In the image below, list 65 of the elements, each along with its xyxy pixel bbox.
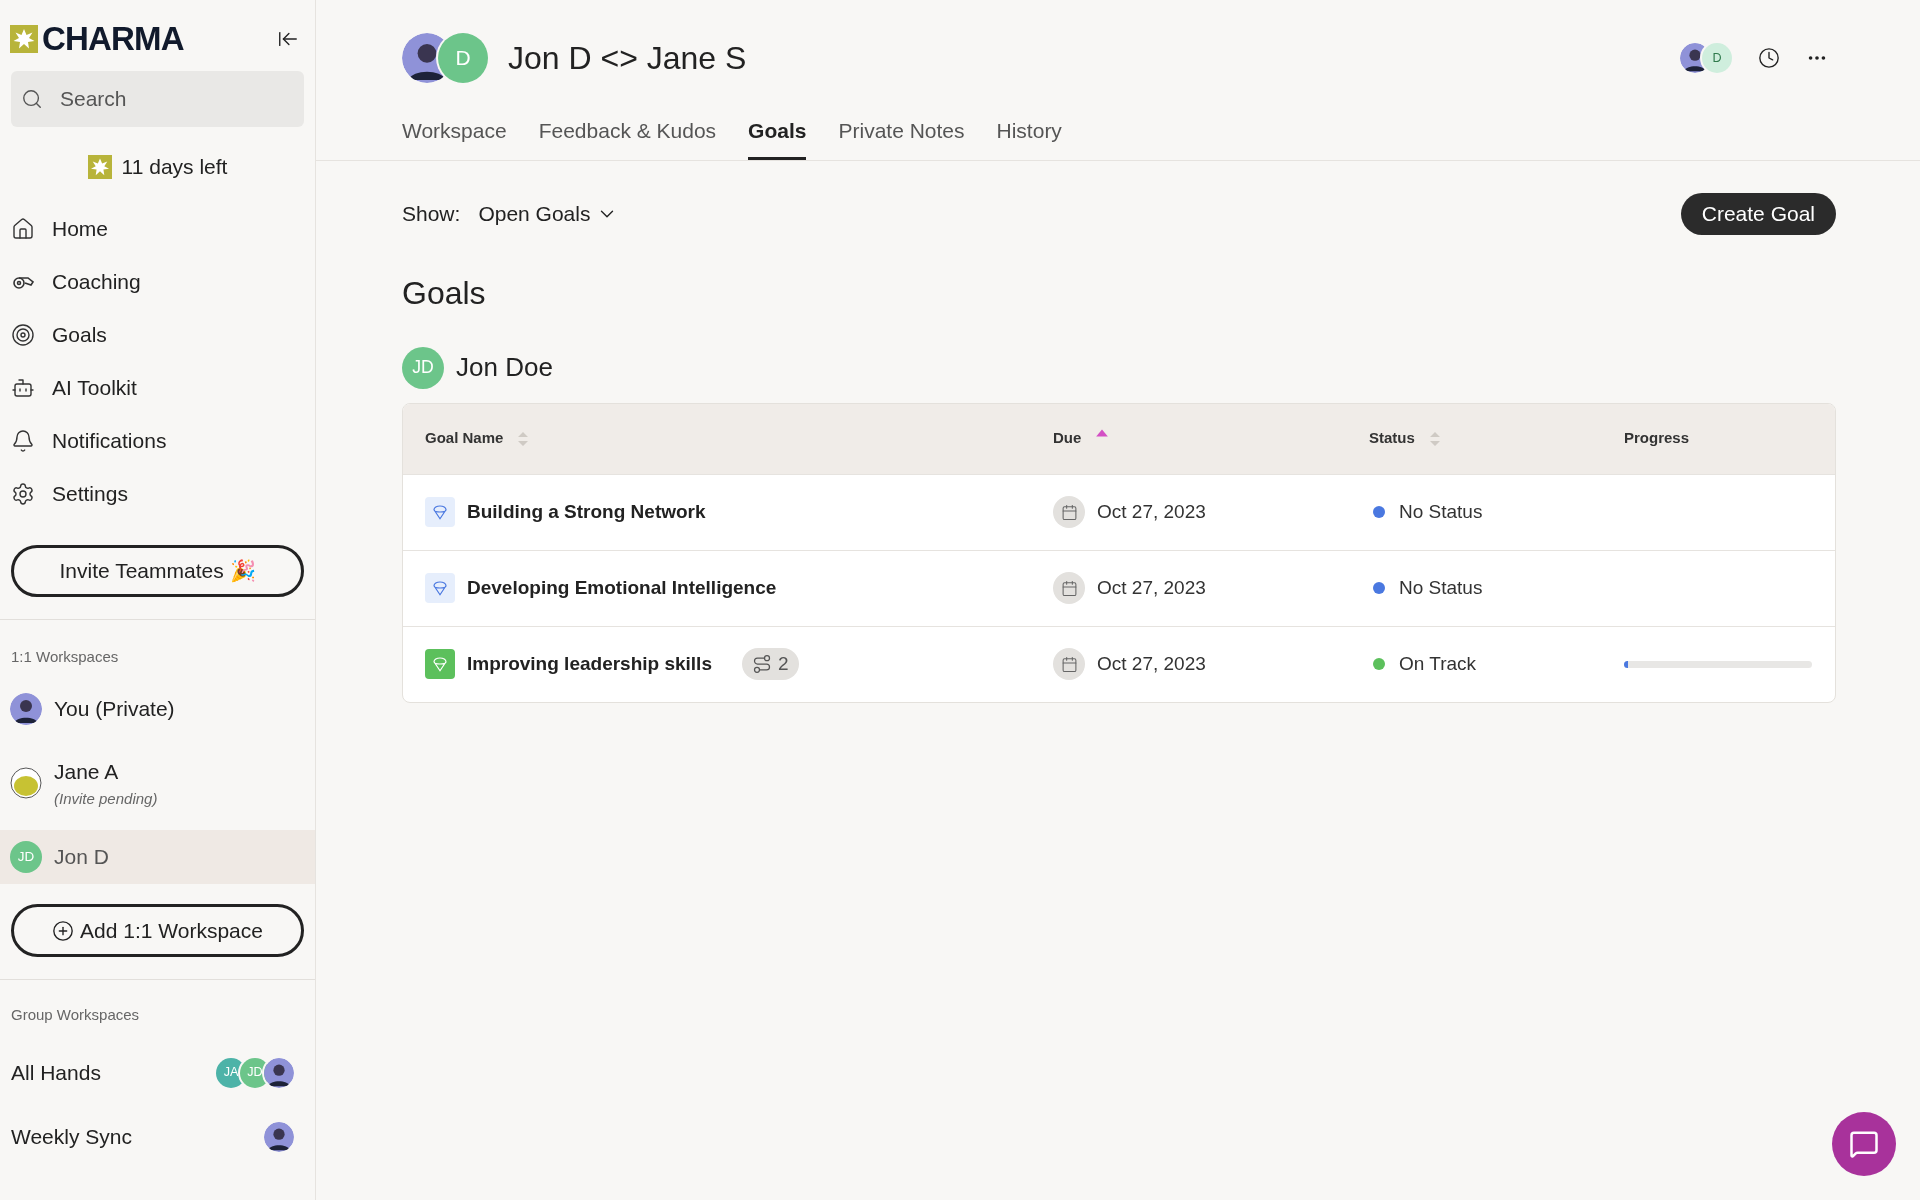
avatar-initials: D bbox=[1702, 43, 1732, 73]
bell-icon bbox=[11, 429, 35, 453]
section-heading: Group Workspaces bbox=[10, 1005, 141, 1025]
workspace-item[interactable]: Weekly Sync bbox=[0, 1104, 315, 1169]
due-date: Oct 27, 2023 bbox=[1097, 499, 1206, 524]
calendar-icon bbox=[1053, 496, 1085, 528]
tab[interactable]: Feedback & Kudos bbox=[538, 115, 717, 160]
invite-teammates-button[interactable]: Invite Teammates 🎉 bbox=[11, 544, 304, 597]
add-workspace-button[interactable]: Add 1:1 Workspace bbox=[11, 904, 304, 957]
logo-icon bbox=[10, 24, 38, 53]
sort-ascending-icon[interactable] bbox=[1095, 427, 1110, 438]
nav-item[interactable]: Home bbox=[0, 202, 315, 256]
workspace-item[interactable]: You (Private) bbox=[0, 682, 315, 736]
tab[interactable]: History bbox=[996, 115, 1062, 160]
tab[interactable]: Goals bbox=[748, 115, 807, 160]
route-icon bbox=[751, 654, 772, 674]
goal-status: On Track bbox=[1399, 651, 1477, 676]
goal-status: No Status bbox=[1399, 575, 1483, 600]
filter-label: Show: bbox=[402, 200, 461, 227]
search-field[interactable]: Search bbox=[11, 71, 304, 127]
plus-icon bbox=[52, 919, 75, 942]
section-heading: 1:1 Workspaces bbox=[10, 646, 120, 667]
avatar-initials: JD bbox=[10, 841, 42, 873]
due-date: Oct 27, 2023 bbox=[1097, 651, 1206, 676]
house-icon bbox=[11, 217, 35, 241]
robot-icon bbox=[11, 376, 35, 400]
column-header[interactable]: Goal Name bbox=[425, 427, 504, 450]
goals-filter-dropdown[interactable]: Open Goals bbox=[478, 197, 619, 230]
nav-item[interactable]: Coaching bbox=[0, 255, 315, 309]
due-date: Oct 27, 2023 bbox=[1097, 575, 1206, 600]
tab[interactable]: Workspace bbox=[402, 115, 507, 160]
goal-name[interactable]: Improving leadership skills bbox=[467, 649, 712, 679]
nav-item[interactable]: Goals bbox=[0, 308, 315, 362]
workspace-name: Jane A bbox=[54, 759, 120, 785]
workspace-item[interactable]: Jane A (Invite pending) bbox=[0, 736, 315, 830]
avatar-initials: JD bbox=[402, 346, 444, 389]
logo-icon bbox=[87, 154, 112, 179]
workspace-title: Jon D <> Jane S bbox=[508, 39, 747, 78]
goal-owner-name: Jon Doe bbox=[456, 351, 553, 384]
tab[interactable]: Private Notes bbox=[838, 115, 965, 160]
goal-name[interactable]: Building a Strong Network bbox=[467, 497, 706, 527]
workspace-item[interactable]: JD Jon D bbox=[0, 830, 315, 884]
logo-text[interactable]: CHARMA bbox=[42, 22, 184, 55]
avatar-initials: D bbox=[438, 33, 488, 83]
trial-days-left: 11 days left bbox=[121, 154, 228, 180]
nav-item[interactable]: Notifications bbox=[0, 414, 315, 468]
create-goal-button[interactable]: Create Goal bbox=[1680, 192, 1836, 235]
column-header[interactable]: Due bbox=[1053, 427, 1082, 450]
column-header[interactable]: Status bbox=[1369, 427, 1415, 450]
calendar-icon bbox=[1053, 648, 1085, 680]
steps-badge: 2 bbox=[741, 648, 799, 680]
column-header: Progress bbox=[1624, 428, 1690, 449]
workspace-item[interactable]: All Hands JA JD bbox=[0, 1040, 315, 1105]
goals-heading: Goals bbox=[402, 273, 487, 313]
settings-icon bbox=[11, 482, 35, 506]
history-clock-icon[interactable] bbox=[1758, 47, 1780, 69]
chat-icon bbox=[1849, 1129, 1879, 1159]
goal-name[interactable]: Developing Emotional Intelligence bbox=[467, 573, 777, 603]
nav-item[interactable]: AI Toolkit bbox=[0, 361, 315, 415]
goal-status: No Status bbox=[1399, 499, 1483, 524]
nav-item[interactable]: Settings bbox=[0, 467, 315, 521]
invite-pending-note: (Invite pending) bbox=[54, 788, 158, 809]
calendar-icon bbox=[1053, 572, 1085, 604]
search-icon bbox=[21, 88, 43, 110]
target-icon bbox=[11, 323, 35, 347]
